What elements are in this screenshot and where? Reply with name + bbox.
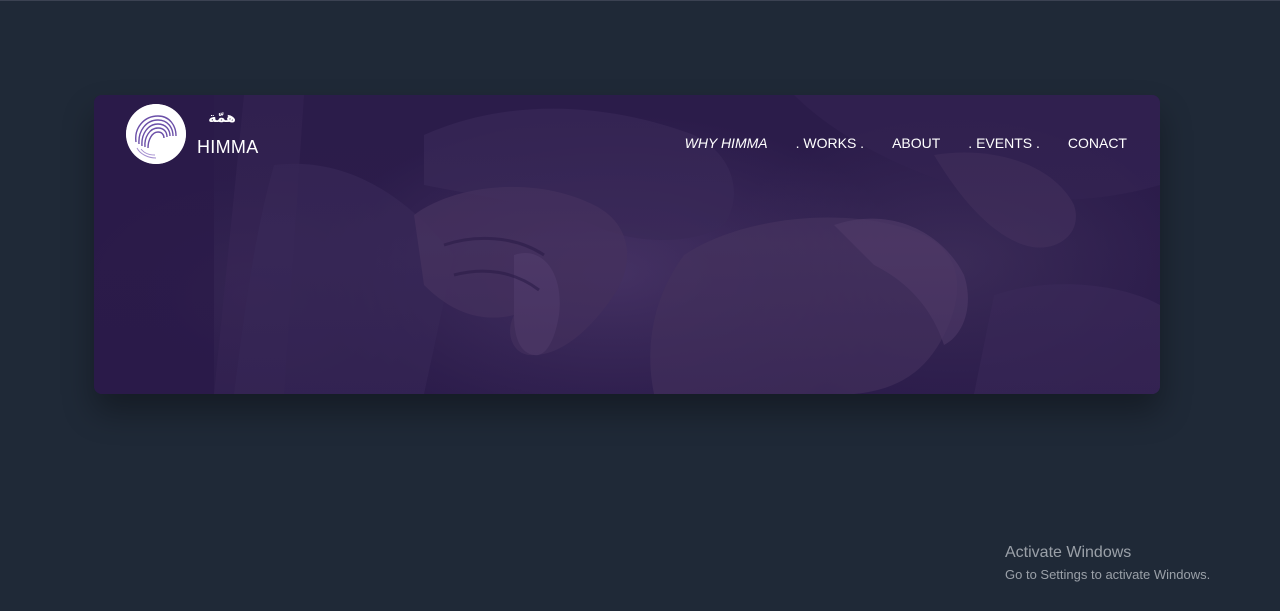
brand-arabic-name: همّة — [208, 110, 236, 126]
hero-banner: همّة HIMMA WHY HIMMA . WORKS . ABOUT . E… — [94, 95, 1160, 394]
nav-why-himma[interactable]: WHY HIMMA — [685, 133, 768, 153]
nav-works[interactable]: . WORKS . — [796, 133, 864, 153]
nav-events[interactable]: . EVENTS . — [968, 133, 1040, 153]
window-top-border — [0, 0, 1280, 1]
nav-about[interactable]: ABOUT — [892, 133, 940, 153]
watermark-title: Activate Windows — [1005, 544, 1132, 561]
main-navigation: WHY HIMMA . WORKS . ABOUT . EVENTS . CON… — [685, 133, 1127, 153]
windows-activation-watermark: Activate Windows Go to Settings to activ… — [1005, 543, 1210, 583]
nav-contact[interactable]: CONACT — [1068, 133, 1127, 153]
watermark-subtitle: Go to Settings to activate Windows. — [1005, 567, 1211, 582]
spiral-logo-icon[interactable] — [126, 104, 186, 164]
brand-name[interactable]: HIMMA — [197, 136, 259, 158]
